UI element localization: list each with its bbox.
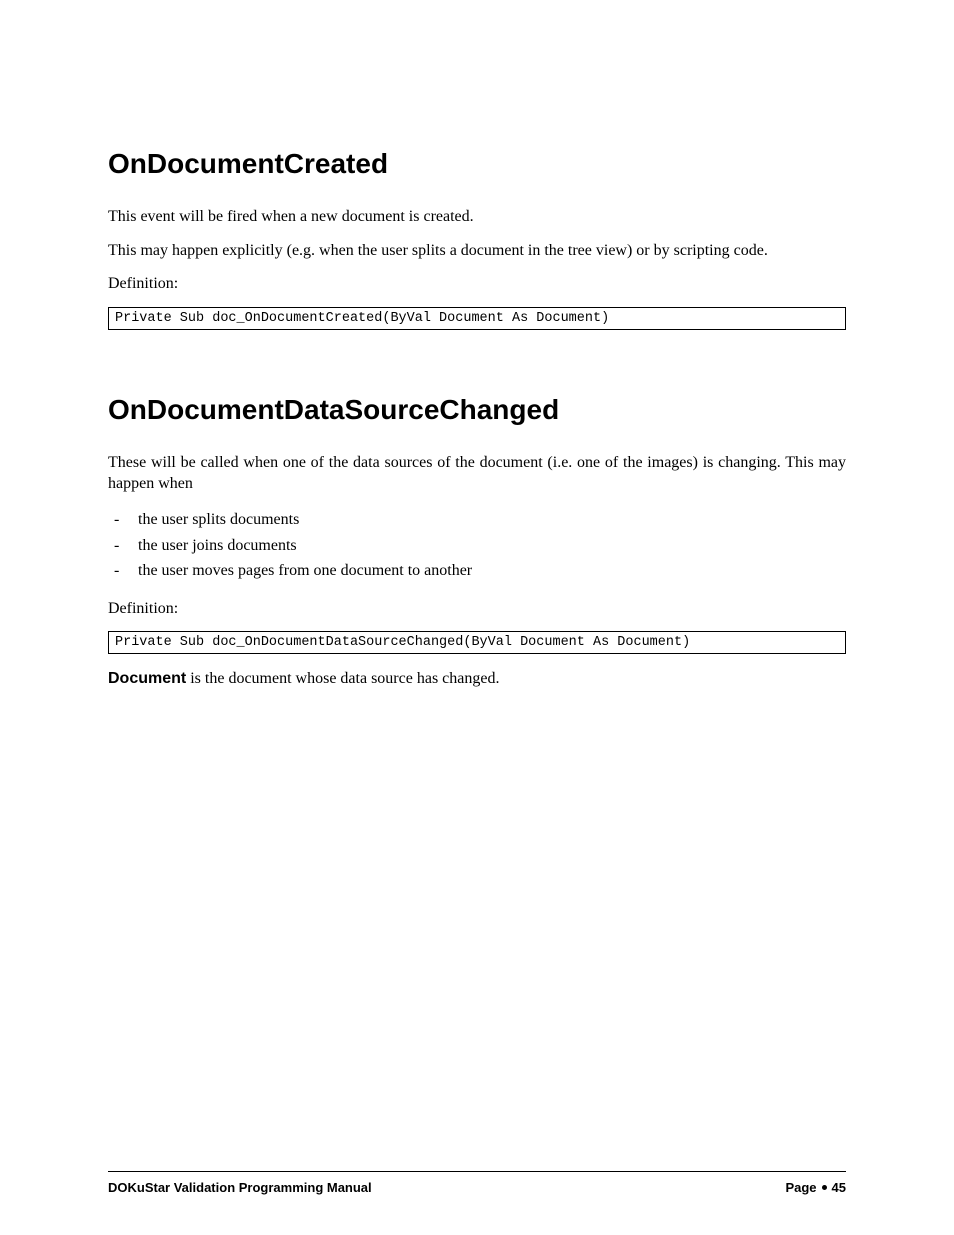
footer-page-number: 45 — [832, 1180, 846, 1195]
list-item: the user joins documents — [108, 533, 846, 559]
paragraph: This event will be fired when a new docu… — [108, 206, 846, 228]
bullet-list: the user splits documents the user joins… — [108, 507, 846, 584]
note: Document is the document whose data sour… — [108, 670, 846, 688]
paragraph: This may happen explicitly (e.g. when th… — [108, 240, 846, 262]
code-block: Private Sub doc_OnDocumentCreated(ByVal … — [108, 307, 846, 330]
footer-divider — [108, 1171, 846, 1172]
code-block: Private Sub doc_OnDocumentDataSourceChan… — [108, 631, 846, 654]
definition-label: Definition: — [108, 598, 846, 620]
list-item: the user moves pages from one document t… — [108, 558, 846, 584]
page-footer: DOKuStar Validation Programming Manual P… — [108, 1171, 846, 1195]
page-content: OnDocumentCreated This event will be fir… — [0, 0, 954, 688]
list-item: the user splits documents — [108, 507, 846, 533]
footer-page: Page 45 — [785, 1180, 846, 1195]
paragraph: These will be called when one of the dat… — [108, 452, 846, 495]
footer-page-label: Page — [785, 1180, 816, 1195]
definition-label: Definition: — [108, 273, 846, 295]
footer-manual-title: DOKuStar Validation Programming Manual — [108, 1180, 372, 1195]
heading-ondocumentcreated: OnDocumentCreated — [108, 148, 846, 180]
note-text: is the document whose data source has ch… — [186, 670, 499, 687]
note-term: Document — [108, 670, 186, 687]
bullet-icon — [822, 1185, 827, 1190]
heading-ondocumentdatasourcechanged: OnDocumentDataSourceChanged — [108, 394, 846, 426]
